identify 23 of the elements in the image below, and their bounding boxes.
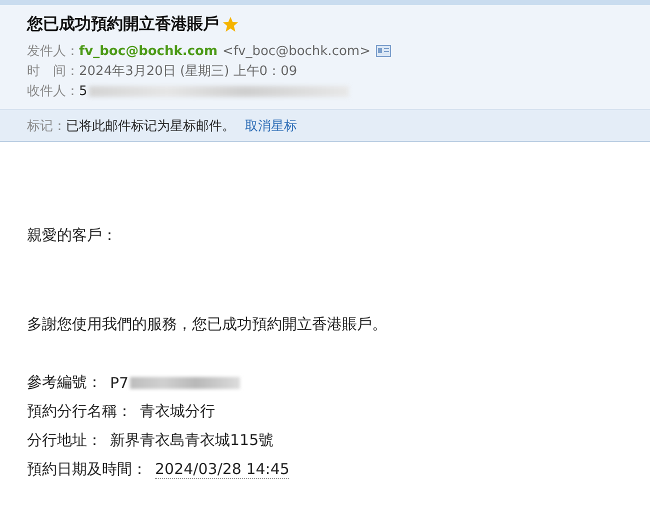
tag-label: 标记： <box>27 118 66 134</box>
tag-message: 已将此邮件标记为星标邮件。 <box>66 118 235 134</box>
detail-label: 預約日期及時間： <box>27 460 147 479</box>
field-label: 收件人： <box>27 83 79 100</box>
detail-label: 參考編號： <box>27 373 102 392</box>
sender-name[interactable]: fv_boc@bochk.com <box>79 44 218 58</box>
detail-label: 預約分行名稱： <box>27 402 132 421</box>
star-icon[interactable] <box>222 16 239 33</box>
greeting: 親愛的客戶： <box>27 226 118 245</box>
detail-value: 2024/03/28 14:45 <box>155 460 290 479</box>
message: 多謝您使用我們的服務，您已成功預約開立香港賬戶。 <box>27 315 388 334</box>
unstar-link[interactable]: 取消星标 <box>245 116 297 134</box>
sender-address: <fv_boc@bochk.com> <box>222 44 370 58</box>
detail-label: 分行地址： <box>27 431 102 450</box>
contact-card-icon[interactable] <box>376 45 392 57</box>
field-label: 发件人： <box>27 43 79 60</box>
recipient: 5 <box>79 84 88 98</box>
detail-value: 新界青衣島青衣城115號 <box>110 431 274 450</box>
field-label: 时 间： <box>27 63 79 80</box>
email-subject: 您已成功預約開立香港賬戶 <box>27 14 219 35</box>
sent-time: 2024年3月20日 (星期三) 上午0：09 <box>79 63 298 80</box>
detail-value: 青衣城分行 <box>140 402 215 421</box>
detail-value: P7 <box>110 374 129 392</box>
